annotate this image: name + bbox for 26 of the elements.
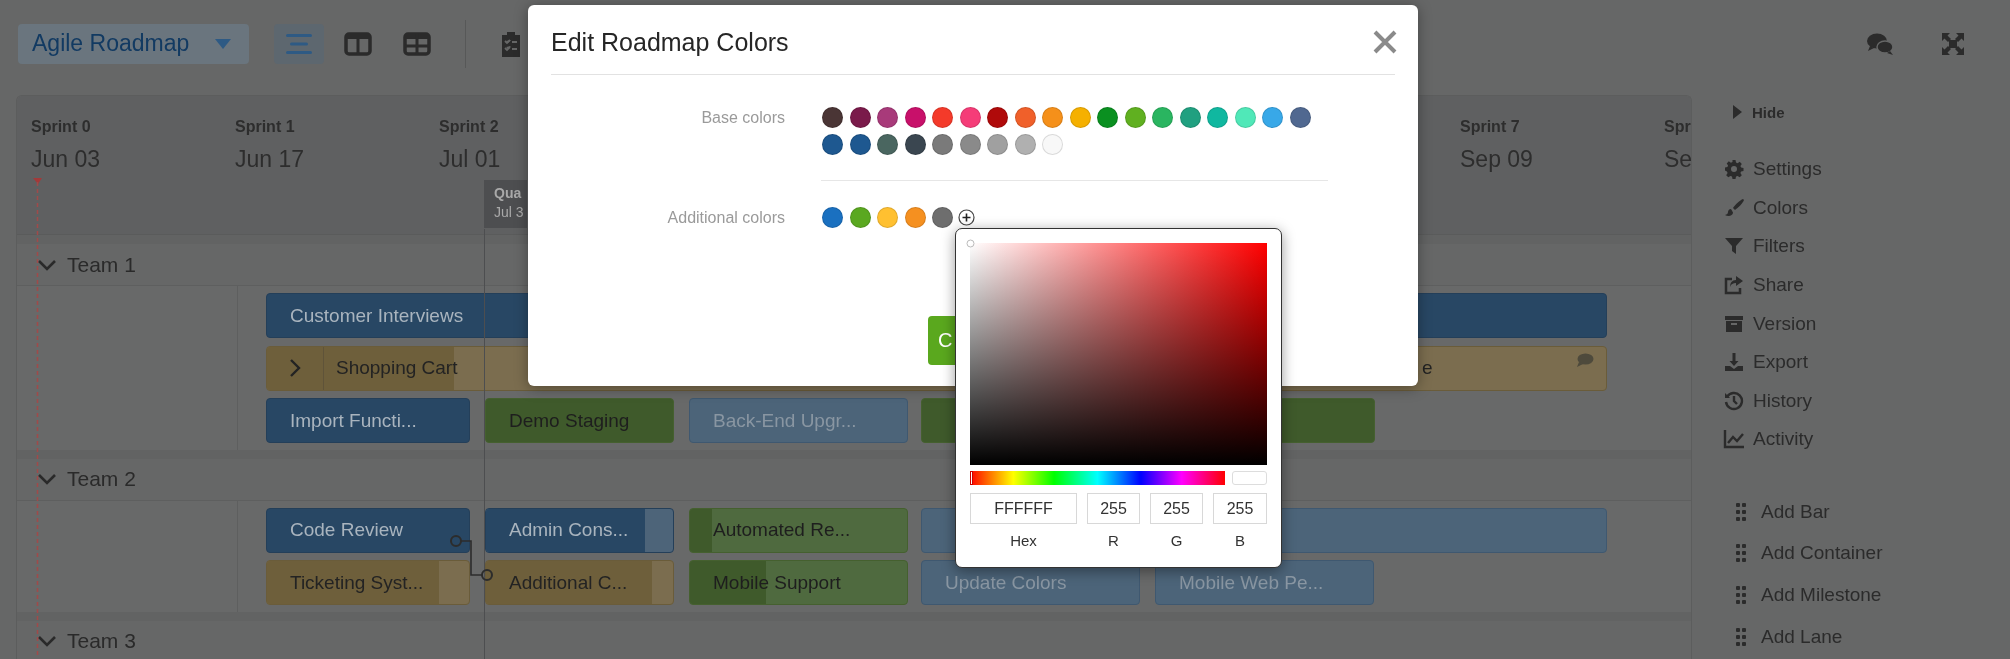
bar-label: Import Functi... [289, 409, 417, 432]
bar-label: Back-End Upgr... [712, 409, 857, 432]
field-label: G [1169, 532, 1184, 549]
milestone-date: Jul 3 [494, 204, 525, 221]
lane-name: Team 3 [67, 629, 136, 653]
field-label: Hex [1009, 532, 1038, 549]
bar-label: Mobile Support [712, 571, 841, 594]
lane-name: Team 2 [67, 467, 136, 491]
dialog-title: Edit Roadmap Colors [551, 5, 1395, 75]
field-label: R [1107, 532, 1120, 549]
field-label: Additional colors [666, 208, 785, 228]
lane-name: Team 1 [67, 252, 136, 277]
bar-label: Demo Staging [508, 409, 630, 432]
field-label: B [1234, 532, 1246, 549]
bar-label: Mobile Web Pe... [1178, 571, 1324, 594]
bar-label: Ticketing Syst... [289, 571, 424, 594]
bar-label: Customer Interviews [289, 304, 464, 327]
field-label: Base colors [700, 108, 785, 128]
bar-label: e [1422, 356, 1433, 380]
bar-label: Admin Cons... [508, 519, 629, 541]
bar-label: Update Colors [944, 571, 1067, 594]
milestone-name: Qua [494, 185, 523, 202]
bar-label: Additional C... [508, 571, 628, 594]
bar-label: Automated Re... [712, 519, 851, 541]
bar-label: Code Review [289, 519, 403, 541]
bar-label: Shopping Cart [335, 357, 458, 379]
